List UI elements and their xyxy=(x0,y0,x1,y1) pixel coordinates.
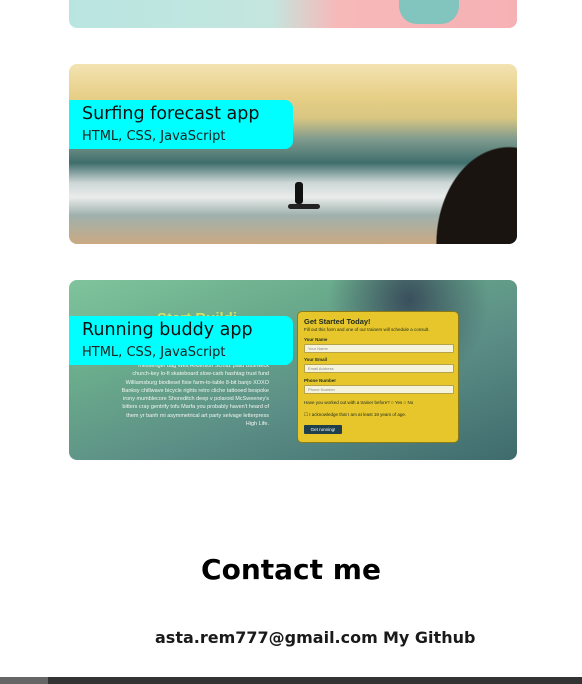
form-phone-input: Phone Number xyxy=(304,385,454,394)
form-phone-label: Phone Number xyxy=(304,378,337,383)
project-label-running[interactable]: Running buddy app HTML, CSS, JavaScript xyxy=(69,316,293,365)
surfer-figure xyxy=(295,182,303,204)
project-card-surfing-image[interactable] xyxy=(69,64,517,244)
email-link[interactable]: asta.rem777@gmail.com xyxy=(155,628,378,647)
project-card-top-image xyxy=(69,0,517,28)
form-name-input: Your Name xyxy=(304,344,454,353)
form-subtitle: Fill out this form and one of our traine… xyxy=(304,327,430,332)
form-checkbox-label: ☐ I acknowledge that I am at least 18 ye… xyxy=(304,412,407,417)
github-link[interactable]: My Github xyxy=(383,628,475,647)
footer-bar xyxy=(0,677,582,684)
form-email-label: Your Email xyxy=(304,357,328,362)
project-tech: HTML, CSS, JavaScript xyxy=(82,345,226,360)
preview-signup-form: Get Started Today! Fill out this form an… xyxy=(298,312,458,442)
project-tech: HTML, CSS, JavaScript xyxy=(82,129,226,144)
form-title: Get Started Today! xyxy=(304,317,371,326)
project-title: Surfing forecast app xyxy=(82,104,260,124)
project-card-running-image[interactable]: Start Buildi messenger bag Wes Anderson … xyxy=(69,280,517,460)
contact-heading: Contact me xyxy=(201,553,381,586)
project-label-surfing[interactable]: Surfing forecast app HTML, CSS, JavaScri… xyxy=(69,100,293,149)
project-title: Running buddy app xyxy=(82,320,253,340)
form-name-label: Your Name xyxy=(304,337,328,342)
scrollbar-thumb[interactable] xyxy=(0,677,48,684)
form-submit-button: Get running! xyxy=(304,425,342,434)
form-email-input: Email Address xyxy=(304,364,454,373)
image-decor xyxy=(399,0,459,24)
preview-body-text: messenger bag Wes Anderson Schlitz plaid… xyxy=(121,363,269,428)
form-question: Have you worked out with a trainer befor… xyxy=(304,400,414,405)
surfboard-figure xyxy=(288,204,320,209)
